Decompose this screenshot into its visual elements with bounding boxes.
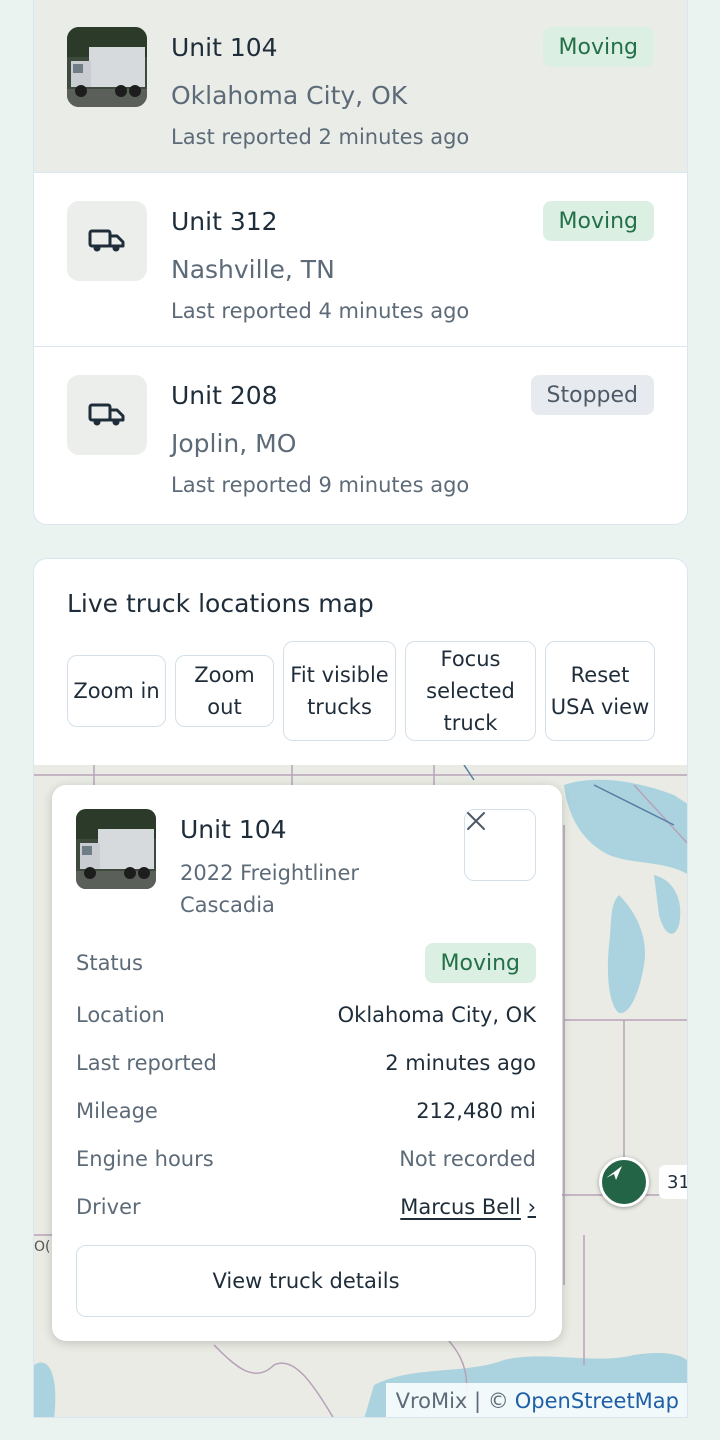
close-button[interactable] <box>464 809 536 881</box>
truck-photo <box>76 809 156 889</box>
engine-hours-value: Not recorded <box>399 1147 536 1171</box>
map-canvas[interactable]: O( Unit 104 2022 Freightliner Cascadia S… <box>34 765 687 1417</box>
map-card: Live truck locations map Zoom in Zoom ou… <box>33 558 688 1418</box>
location-row: Location Oklahoma City, OK <box>76 995 536 1035</box>
truck-list-item[interactable]: Unit 312 Nashville, TN Last reported 4 m… <box>34 173 687 347</box>
status-row: Status Moving <box>76 943 536 983</box>
popup-title: Unit 104 <box>180 815 287 844</box>
last-reported-label: Last reported <box>76 1051 217 1075</box>
driver-name[interactable]: Marcus Bell <box>400 1195 521 1219</box>
map-attribution: VroMix | © OpenStreetMap <box>385 1383 687 1417</box>
truck-icon <box>67 201 147 281</box>
truck-last-reported: Last reported 9 minutes ago <box>171 473 470 497</box>
fit-visible-trucks-button[interactable]: Fit visible trucks <box>283 641 396 741</box>
location-label: Location <box>76 1003 165 1027</box>
truck-list: Unit 104 Oklahoma City, OK Last reported… <box>33 0 688 525</box>
last-reported-row: Last reported 2 minutes ago <box>76 1043 536 1083</box>
truck-unit: Unit 104 <box>171 33 278 62</box>
truck-unit: Unit 208 <box>171 381 278 410</box>
status-badge: Moving <box>424 943 536 983</box>
truck-last-reported: Last reported 2 minutes ago <box>171 125 470 149</box>
status-badge: Stopped <box>530 375 654 415</box>
marker-label: 31 <box>659 1165 687 1199</box>
status-badge: Moving <box>542 27 654 67</box>
truck-icon <box>67 375 147 455</box>
location-value: Oklahoma City, OK <box>337 1003 536 1027</box>
last-reported-value: 2 minutes ago <box>385 1051 536 1075</box>
driver-link[interactable]: Marcus Bell › <box>400 1195 536 1219</box>
mileage-value: 212,480 mi <box>416 1099 536 1123</box>
truck-photo <box>67 27 147 107</box>
mileage-label: Mileage <box>76 1099 158 1123</box>
openstreetmap-link[interactable]: OpenStreetMap <box>515 1389 679 1413</box>
close-icon <box>467 812 485 830</box>
reset-usa-view-button[interactable]: Reset USA view <box>545 641 655 741</box>
truck-list-item[interactable]: Unit 104 Oklahoma City, OK Last reported… <box>34 0 687 173</box>
truck-map-marker[interactable] <box>599 1157 649 1207</box>
driver-row: Driver Marcus Bell › <box>76 1187 536 1227</box>
driver-label: Driver <box>76 1195 141 1219</box>
svg-text:O(: O( <box>34 1239 50 1255</box>
mileage-row: Mileage 212,480 mi <box>76 1091 536 1131</box>
truck-popup: Unit 104 2022 Freightliner Cascadia Stat… <box>52 785 562 1341</box>
truck-unit: Unit 312 <box>171 207 278 236</box>
navigation-arrow-icon <box>606 1166 622 1180</box>
zoom-out-button[interactable]: Zoom out <box>175 655 274 727</box>
zoom-in-button[interactable]: Zoom in <box>67 655 166 727</box>
truck-last-reported: Last reported 4 minutes ago <box>171 299 470 323</box>
popup-model: 2022 Freightliner Cascadia <box>180 861 360 917</box>
attribution-text: VroMix | © <box>395 1389 509 1413</box>
engine-hours-label: Engine hours <box>76 1147 214 1171</box>
chevron-right-icon: › <box>527 1195 536 1219</box>
truck-list-item[interactable]: Unit 208 Joplin, MO Last reported 9 minu… <box>34 347 687 521</box>
view-truck-details-button[interactable]: View truck details <box>76 1245 536 1317</box>
truck-location: Joplin, MO <box>171 429 297 458</box>
status-label: Status <box>76 951 143 975</box>
focus-selected-truck-button[interactable]: Focus selected truck <box>405 641 536 741</box>
status-badge: Moving <box>542 201 654 241</box>
map-title: Live truck locations map <box>67 589 374 618</box>
engine-hours-row: Engine hours Not recorded <box>76 1139 536 1179</box>
truck-location: Nashville, TN <box>171 255 335 284</box>
truck-location: Oklahoma City, OK <box>171 81 408 110</box>
